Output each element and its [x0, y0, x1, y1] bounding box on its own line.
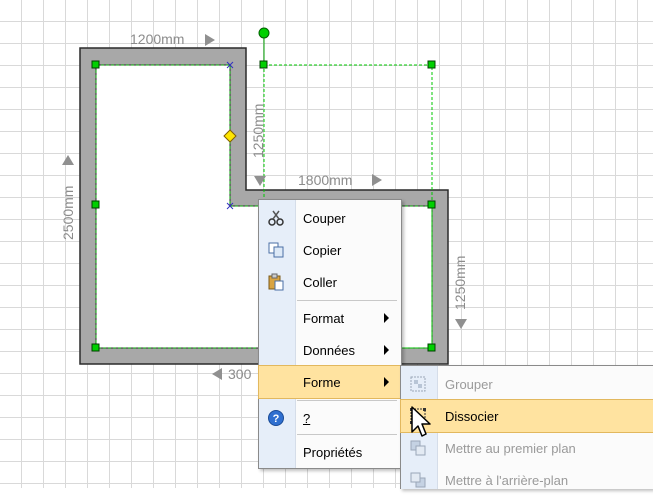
paste-icon — [268, 273, 284, 291]
copy-icon — [268, 242, 284, 258]
menu-item-label: Grouper — [445, 376, 493, 392]
dimension-step-width: 1800mm — [298, 172, 353, 188]
rotation-handle[interactable] — [258, 27, 270, 39]
forme-submenu: Grouper Dissocier Mettre au premier plan… — [400, 365, 653, 489]
menu-item-label: Propriétés — [303, 444, 363, 460]
dimension-arrow-icon — [372, 174, 382, 186]
context-menu: Couper Copier Coller Format Données Form… — [258, 199, 402, 469]
menu-item-forme[interactable]: Forme — [258, 365, 402, 399]
submenu-item-grouper[interactable]: Grouper — [401, 368, 653, 400]
selection-handle[interactable] — [91, 343, 100, 352]
help-icon: ? — [268, 410, 284, 426]
menu-item-label: Mettre au premier plan — [445, 440, 576, 456]
menu-item-label: Coller — [303, 274, 337, 290]
menu-item-label: Données — [303, 342, 356, 358]
submenu-item-arriere-plan[interactable]: Mettre à l'arrière-plan — [401, 464, 653, 496]
dimension-arrow-icon — [205, 34, 215, 46]
menu-item-label: Forme — [303, 374, 341, 390]
dimension-arrow-icon — [62, 155, 74, 165]
menu-item-label: Format — [303, 310, 345, 326]
menu-item-couper[interactable]: Couper — [259, 202, 401, 234]
submenu-arrow-icon — [384, 313, 389, 323]
menu-item-help[interactable]: ? ? — [259, 402, 401, 434]
dimension-top-width: 1200mm — [130, 31, 185, 47]
selection-handle[interactable] — [427, 60, 436, 69]
selection-handle[interactable] — [427, 343, 436, 352]
submenu-arrow-icon — [384, 377, 389, 387]
selection-handle[interactable] — [259, 60, 268, 69]
dimension-arrow-icon — [455, 319, 467, 329]
submenu-arrow-icon — [384, 345, 389, 355]
svg-text:?: ? — [273, 413, 280, 425]
selection-handle[interactable] — [91, 200, 100, 209]
bring-front-icon — [410, 440, 426, 456]
menu-item-donnees[interactable]: Données — [259, 334, 401, 366]
send-back-icon — [410, 472, 426, 488]
menu-item-label: ? — [303, 410, 311, 426]
menu-item-label: Mettre à l'arrière-plan — [445, 472, 569, 488]
dimension-right-height: 1250mm — [452, 255, 468, 310]
dimension-arrow-icon — [212, 368, 222, 380]
menu-item-label: Copier — [303, 242, 342, 258]
dimension-left-height: 2500mm — [60, 185, 76, 240]
menu-item-coller[interactable]: Coller — [259, 266, 401, 298]
menu-item-copier[interactable]: Copier — [259, 234, 401, 266]
dimension-bottom-width: 300 — [228, 366, 252, 382]
submenu-item-dissocier[interactable]: Dissocier — [400, 399, 653, 433]
menu-item-format[interactable]: Format — [259, 302, 401, 334]
dimension-notch-depth: 1250mm — [250, 103, 266, 158]
submenu-item-premier-plan[interactable]: Mettre au premier plan — [401, 432, 653, 464]
menu-item-label: Couper — [303, 210, 346, 226]
menu-item-proprietes[interactable]: Propriétés — [259, 436, 401, 468]
scissors-icon — [268, 210, 284, 226]
selection-handle[interactable] — [91, 60, 100, 69]
selection-handle[interactable] — [427, 200, 436, 209]
group-icon — [410, 376, 426, 392]
menu-item-label: Dissocier — [445, 408, 499, 424]
mouse-cursor-icon — [411, 406, 431, 437]
